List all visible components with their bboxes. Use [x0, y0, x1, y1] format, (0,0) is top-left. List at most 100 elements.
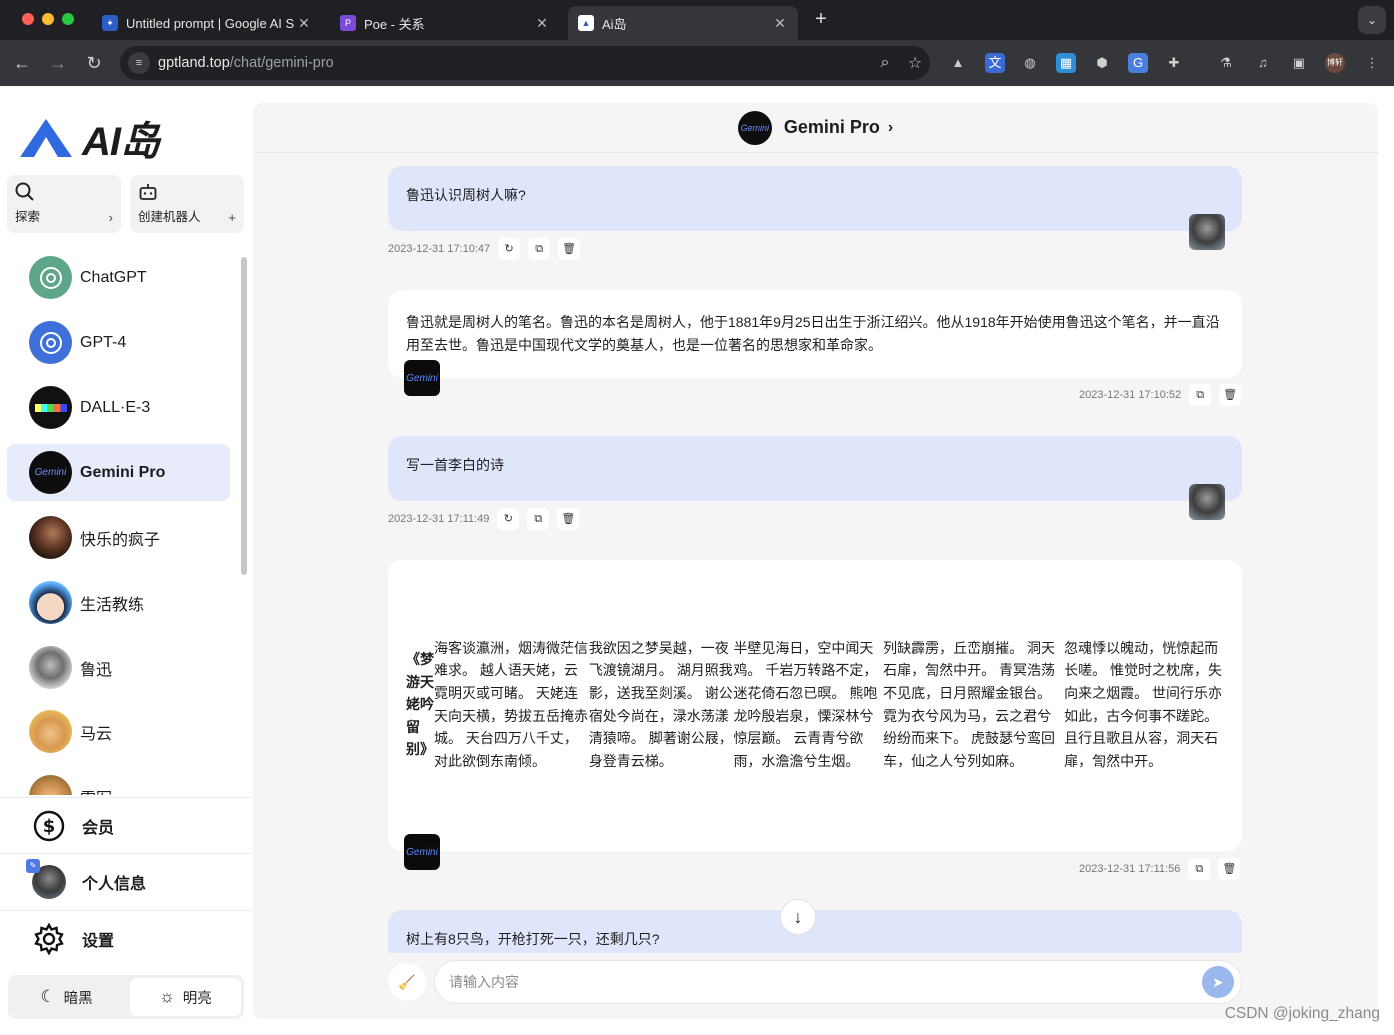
- message-timestamp: 2023-12-31 17:10:52: [1079, 389, 1182, 401]
- bot-name: DALL·E-3: [80, 398, 151, 416]
- poem-line: 忽魂悸以魄动，恍惊起而长嗟。 惟觉时之枕席，失向来之烟霞。 世间行乐亦如此，古今…: [1064, 639, 1222, 769]
- profile-avatar[interactable]: 博轩: [1325, 53, 1345, 73]
- theme-light-button[interactable]: ☼ 明亮: [130, 978, 241, 1016]
- gemini-logo-icon: Gemini: [29, 451, 72, 494]
- extension-translate-icon[interactable]: 文: [985, 53, 1005, 73]
- send-icon[interactable]: ➤: [1202, 966, 1234, 998]
- bot-item-gemini-pro[interactable]: Gemini Gemini Pro: [7, 444, 230, 501]
- side-panel-icon[interactable]: ▣: [1289, 53, 1309, 73]
- window-minimize-button[interactable]: [42, 13, 54, 25]
- sun-icon: ☼: [159, 987, 175, 1006]
- theme-dark-button[interactable]: ☾ 暗黑: [11, 978, 122, 1016]
- copy-icon[interactable]: ⧉: [1188, 858, 1211, 880]
- plus-icon: +: [228, 210, 236, 225]
- app-logo[interactable]: AI岛: [18, 109, 160, 167]
- url-text[interactable]: gptland.top/chat/gemini-pro: [158, 55, 870, 71]
- regenerate-icon[interactable]: ↻: [497, 508, 520, 530]
- bot-item-luxun[interactable]: 鲁迅: [7, 639, 230, 696]
- user-message: 写一首李白的诗: [388, 436, 1242, 501]
- tab-close-icon[interactable]: ✕: [296, 15, 312, 32]
- media-control-icon[interactable]: ♫: [1253, 53, 1273, 73]
- bot-item-happy-madman[interactable]: 快乐的疯子: [7, 509, 230, 566]
- extensions-puzzle-icon[interactable]: ✚: [1164, 53, 1184, 73]
- back-arrow-icon[interactable]: ←: [10, 51, 34, 75]
- browser-tab-aidao[interactable]: ▲ Ai岛 ✕: [568, 6, 798, 40]
- moon-icon: ☾: [40, 987, 56, 1006]
- sidebar-item-settings[interactable]: 设置: [0, 910, 252, 966]
- copy-icon[interactable]: ⧉: [528, 238, 551, 260]
- gemini-logo-icon: Gemini: [404, 360, 440, 396]
- message-input[interactable]: [434, 960, 1242, 1004]
- tab-title: Untitled prompt | Google AI S: [126, 15, 295, 31]
- bot-item-chatgpt[interactable]: ChatGPT: [7, 249, 230, 306]
- message-meta: 2023-12-31 17:10:47 ↻ ⧉ 🗑: [388, 238, 581, 260]
- copy-icon[interactable]: ⧉: [1189, 384, 1212, 406]
- bot-list-scrollbar[interactable]: [241, 257, 247, 575]
- window-close-button[interactable]: [22, 13, 34, 25]
- extension-circle-icon[interactable]: ◍: [1020, 53, 1040, 73]
- bot-item-dalle3[interactable]: DALL·E-3: [7, 379, 230, 436]
- browser-tab-google-ai[interactable]: ✦ Untitled prompt | Google AI S ✕: [92, 6, 322, 40]
- bot-item-mayun[interactable]: 马云: [7, 703, 230, 760]
- new-tab-button[interactable]: +: [810, 8, 832, 30]
- avatar: [29, 581, 72, 624]
- browser-menu-icon[interactable]: ⋮: [1362, 53, 1382, 73]
- extension-google-translate-icon[interactable]: G: [1128, 53, 1148, 73]
- create-bot-button[interactable]: 创建机器人 +: [130, 175, 244, 233]
- message-text: 写一首李白的诗: [406, 457, 504, 473]
- bot-item-leijun[interactable]: 雷军: [7, 768, 230, 795]
- explore-button[interactable]: 探索 ›: [7, 175, 121, 233]
- delete-icon[interactable]: 🗑: [1219, 384, 1242, 406]
- tab-title: Poe - 关系: [364, 16, 425, 32]
- window-maximize-button[interactable]: [62, 13, 74, 25]
- site-info-icon[interactable]: ≡: [128, 52, 150, 74]
- extension-hexagon-icon[interactable]: ⬢: [1092, 53, 1112, 73]
- user-message: 鲁迅认识周树人嘛?: [388, 166, 1242, 231]
- forward-arrow-icon[interactable]: →: [46, 51, 70, 75]
- browser-tab-bar: ✦ Untitled prompt | Google AI S ✕ P Poe …: [0, 0, 1394, 40]
- chevron-right-icon: ›: [108, 210, 113, 225]
- delete-icon[interactable]: 🗑: [1218, 858, 1241, 880]
- delete-icon[interactable]: 🗑: [558, 238, 581, 260]
- bot-name: 生活教练: [80, 596, 145, 614]
- member-label: 会员: [82, 819, 115, 837]
- search-icon: [15, 182, 113, 202]
- dollar-circle-icon: $: [33, 810, 65, 841]
- tab-title: Ai岛: [602, 16, 627, 32]
- delete-icon[interactable]: 🗑: [557, 508, 580, 530]
- extension-triangle-icon[interactable]: ▲: [948, 53, 968, 73]
- bot-item-gpt4[interactable]: GPT-4: [7, 314, 230, 371]
- bot-name: 马云: [80, 725, 113, 743]
- aidao-icon: ▲: [578, 15, 594, 31]
- labs-flask-icon[interactable]: ⚗: [1216, 53, 1236, 73]
- scroll-to-bottom-button[interactable]: ↓: [780, 899, 816, 935]
- chat-header[interactable]: Gemini Gemini Pro ›: [253, 103, 1378, 153]
- watermark: CSDN @joking_zhang: [1224, 1005, 1380, 1022]
- sidebar-item-profile[interactable]: ✎ 个人信息: [0, 853, 252, 909]
- sidebar: AI岛 探索 › 创建机器人 + ChatGPT GPT-4 DALL·E-3 …: [0, 87, 252, 1035]
- message-meta: 2023-12-31 17:11:49 ↻ ⧉ 🗑: [388, 508, 580, 530]
- copy-icon[interactable]: ⧉: [527, 508, 550, 530]
- avatar: [29, 710, 72, 753]
- tab-close-icon[interactable]: ✕: [772, 15, 788, 32]
- chat-panel: Gemini Gemini Pro › 鲁迅认识周树人嘛? 2023-12-31…: [253, 103, 1378, 1019]
- tab-search-button[interactable]: ⌄: [1358, 6, 1386, 34]
- bot-item-life-coach[interactable]: 生活教练: [7, 574, 230, 631]
- message-meta: 2023-12-31 17:11:56 ⧉ 🗑: [1079, 858, 1241, 880]
- avatar: [29, 516, 72, 559]
- reload-icon[interactable]: ↻: [82, 51, 106, 75]
- sidebar-item-member[interactable]: $ 会员: [0, 797, 252, 853]
- zoom-icon[interactable]: ⌕: [870, 54, 900, 72]
- browser-tab-poe[interactable]: P Poe - 关系 ✕: [330, 6, 560, 40]
- browser-toolbar: ← → ↻ ≡ gptland.top/chat/gemini-pro ⌕ ☆ …: [0, 40, 1394, 86]
- regenerate-icon[interactable]: ↻: [498, 238, 521, 260]
- extension-image-icon[interactable]: ▦: [1056, 53, 1076, 73]
- address-bar[interactable]: ≡ gptland.top/chat/gemini-pro ⌕ ☆: [120, 46, 930, 80]
- bookmark-star-icon[interactable]: ☆: [900, 53, 930, 73]
- bot-message: 鲁迅就是周树人的笔名。鲁迅的本名是周树人，他于1881年9月25日出生于浙江绍兴…: [388, 290, 1242, 378]
- avatar: [29, 646, 72, 689]
- clear-chat-broom-icon[interactable]: 🧹: [388, 963, 426, 1001]
- tab-close-icon[interactable]: ✕: [534, 15, 550, 32]
- gpt4-logo-icon: [29, 321, 72, 364]
- bot-name: 雷军: [80, 785, 112, 796]
